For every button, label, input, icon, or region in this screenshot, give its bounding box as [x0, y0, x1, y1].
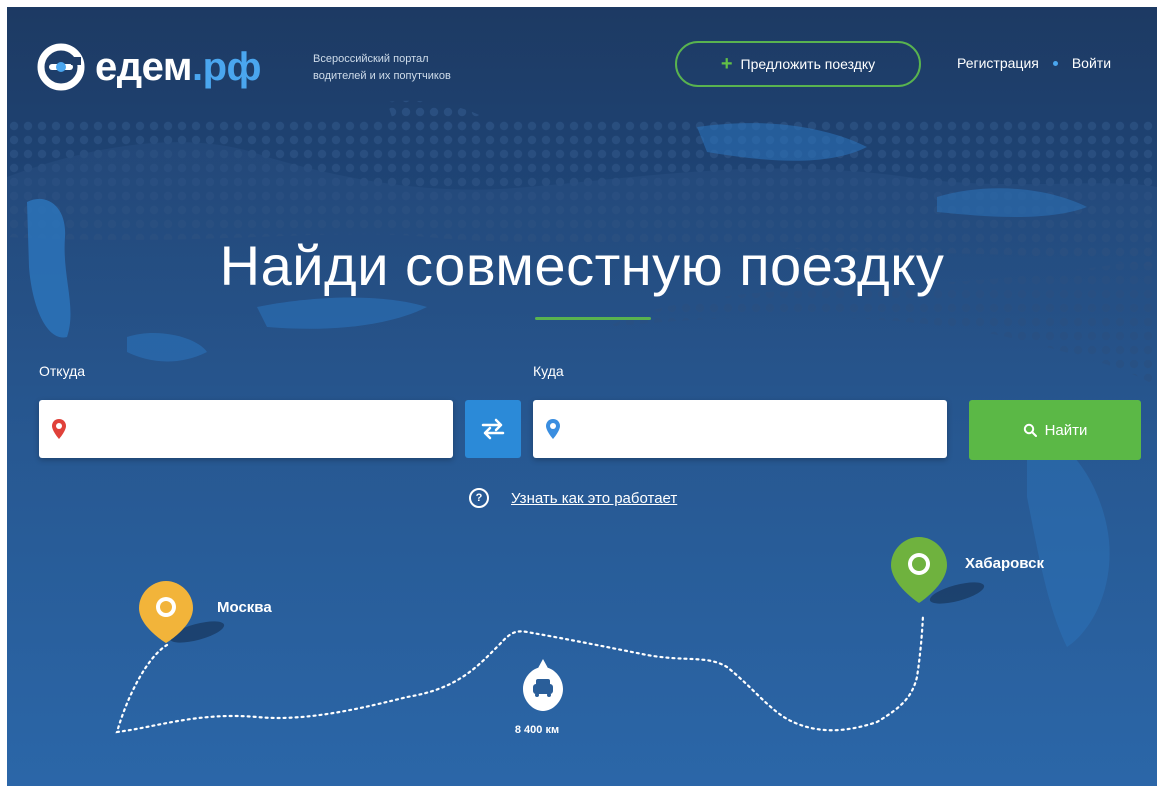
route-illustration: [115, 537, 985, 734]
page: едем.рф Всероссийский портал водителей и…: [7, 7, 1157, 786]
car-icon: [523, 659, 563, 711]
origin-city-label: Москва: [217, 599, 272, 616]
distance-label: 8 400 км: [514, 724, 560, 736]
route-path: [115, 613, 925, 734]
destination-city-label: Хабаровск: [965, 555, 1044, 572]
